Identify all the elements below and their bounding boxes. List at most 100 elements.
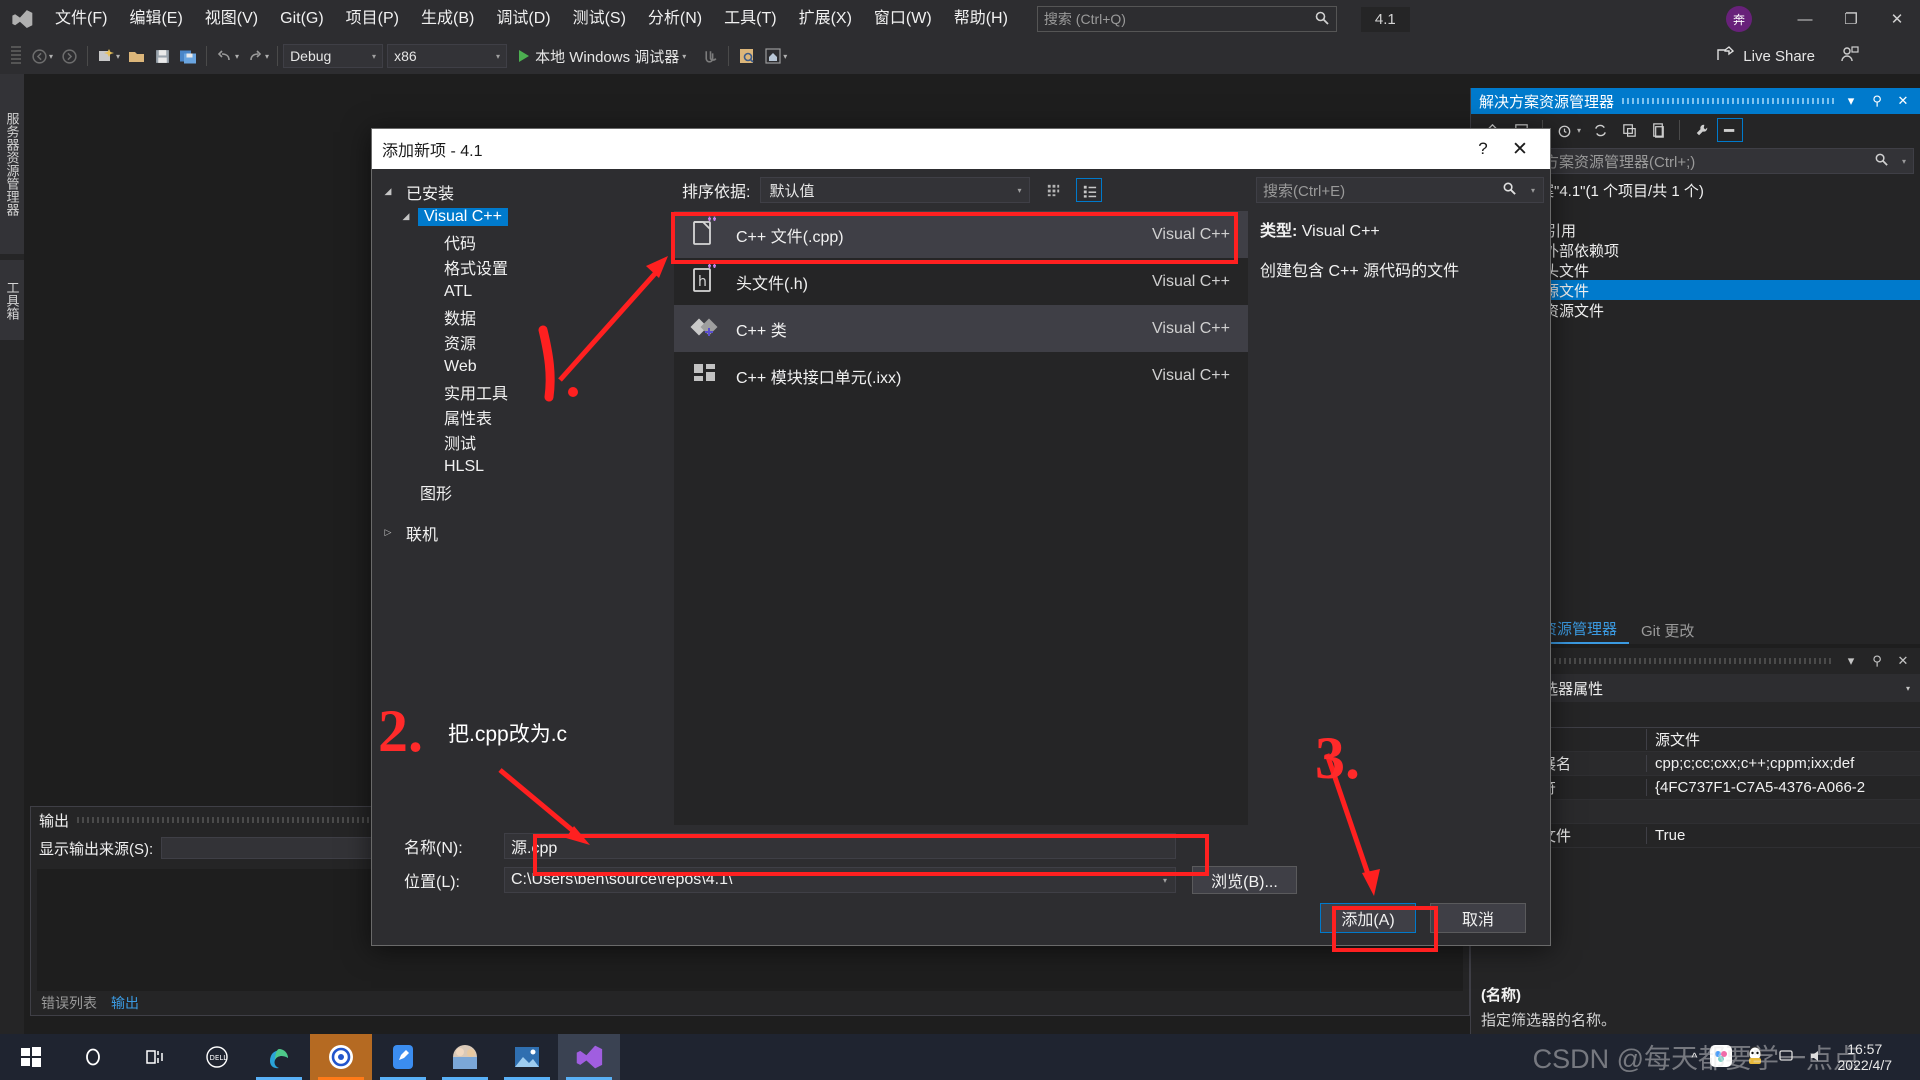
pending-changes-caret-icon[interactable]: ▾ bbox=[1577, 126, 1581, 135]
category-graphics[interactable]: 图形 bbox=[372, 479, 672, 504]
maximize-button[interactable]: ❐ bbox=[1828, 0, 1874, 38]
category-code[interactable]: 代码 bbox=[372, 229, 672, 254]
menu-tools[interactable]: 工具(T) bbox=[713, 0, 787, 38]
global-search-input[interactable]: 搜索 (Ctrl+Q) bbox=[1037, 6, 1337, 32]
rail-tab-server-explorer[interactable]: 服务器资源管理器 bbox=[0, 74, 24, 254]
navigate-forward-icon[interactable] bbox=[56, 43, 82, 69]
pending-changes-icon[interactable] bbox=[1551, 118, 1577, 142]
category-data[interactable]: 数据 bbox=[372, 304, 672, 329]
menu-help[interactable]: 帮助(H) bbox=[943, 0, 1019, 38]
preview-pane-icon[interactable] bbox=[1717, 118, 1743, 142]
run-caret-icon[interactable]: ▾ bbox=[682, 52, 686, 61]
category-property-sheets[interactable]: 属性表 bbox=[372, 404, 672, 429]
collapse-all-icon[interactable] bbox=[1616, 118, 1642, 142]
output-source-combo[interactable] bbox=[161, 837, 401, 859]
template-item-header-file[interactable]: h 头文件(.h) Visual C++ bbox=[674, 258, 1248, 305]
dialog-help-button[interactable]: ? bbox=[1466, 139, 1500, 159]
tray-expand-icon[interactable]: ^ bbox=[1691, 1050, 1697, 1065]
add-button[interactable]: 添加(A) bbox=[1320, 903, 1416, 933]
start-debugging-button[interactable]: 本地 Windows 调试器 ▾ bbox=[511, 43, 697, 69]
category-visual-cpp[interactable]: ◢ Visual C++ bbox=[372, 204, 672, 229]
menu-build[interactable]: 生成(B) bbox=[410, 0, 485, 38]
show-all-files-icon[interactable] bbox=[1645, 118, 1671, 142]
tab-error-list[interactable]: 错误列表 bbox=[41, 993, 97, 1013]
start-button[interactable] bbox=[0, 1034, 62, 1080]
properties-menu-chevron-icon[interactable]: ▾ bbox=[1842, 653, 1860, 669]
browse-button[interactable]: 浏览(B)... bbox=[1192, 866, 1297, 894]
tray-network-icon[interactable] bbox=[1778, 1047, 1796, 1068]
category-test[interactable]: 测试 bbox=[372, 429, 672, 454]
tile-view-icon[interactable] bbox=[1040, 178, 1066, 202]
back-dropdown-caret-icon[interactable]: ▾ bbox=[49, 52, 53, 61]
panel-drag-dots[interactable] bbox=[1622, 98, 1834, 104]
properties-wrench-icon[interactable] bbox=[1688, 118, 1714, 142]
tray-qq-icon[interactable] bbox=[1744, 1045, 1766, 1070]
panel-menu-chevron-icon[interactable]: ▾ bbox=[1842, 93, 1860, 109]
category-utility[interactable]: 实用工具 bbox=[372, 379, 672, 404]
cortana-search-icon[interactable] bbox=[62, 1034, 124, 1080]
hot-reload-icon[interactable] bbox=[697, 43, 723, 69]
task-view-icon[interactable] bbox=[124, 1034, 186, 1080]
close-button[interactable]: ✕ bbox=[1874, 0, 1920, 38]
open-file-icon[interactable] bbox=[123, 43, 149, 69]
visual-studio-taskbar-icon[interactable] bbox=[558, 1034, 620, 1080]
category-resource[interactable]: 资源 bbox=[372, 329, 672, 354]
properties-close-icon[interactable]: ✕ bbox=[1894, 653, 1912, 669]
se-search-caret-icon[interactable]: ▾ bbox=[1902, 157, 1906, 166]
pin-icon[interactable]: ⚲ bbox=[1868, 93, 1886, 109]
redo-caret-icon[interactable]: ▾ bbox=[265, 52, 269, 61]
menu-file[interactable]: 文件(F) bbox=[44, 0, 118, 38]
menu-edit[interactable]: 编辑(E) bbox=[118, 0, 193, 38]
live-share-button[interactable]: Live Share bbox=[1716, 38, 1860, 74]
location-caret-icon[interactable]: ▾ bbox=[1163, 876, 1167, 885]
tab-git-changes[interactable]: Git 更改 bbox=[1629, 617, 1706, 644]
photo-viewer-icon[interactable] bbox=[496, 1034, 558, 1080]
save-icon[interactable] bbox=[149, 43, 175, 69]
sort-combo[interactable]: 默认值 ▾ bbox=[760, 177, 1030, 203]
overflow-caret-icon[interactable]: ▾ bbox=[783, 52, 787, 61]
menu-window[interactable]: 窗口(W) bbox=[863, 0, 943, 38]
properties-pin-icon[interactable]: ⚲ bbox=[1868, 653, 1886, 669]
solution-configuration-combo[interactable]: Debug ▾ bbox=[283, 44, 383, 68]
dell-app-icon[interactable]: DELL bbox=[186, 1034, 248, 1080]
toolbar-grip[interactable] bbox=[11, 46, 21, 66]
tray-volume-icon[interactable] bbox=[1808, 1047, 1826, 1068]
save-all-icon[interactable] bbox=[175, 43, 201, 69]
tab-output[interactable]: 输出 bbox=[111, 993, 139, 1013]
menu-test[interactable]: 测试(S) bbox=[562, 0, 637, 38]
edge-browser-icon[interactable] bbox=[248, 1034, 310, 1080]
category-formatting[interactable]: 格式设置 bbox=[372, 254, 672, 279]
dialog-close-button[interactable]: ✕ bbox=[1500, 138, 1540, 161]
template-item-cpp-file[interactable]: C++ 文件(.cpp) Visual C++ bbox=[674, 211, 1248, 258]
close-icon[interactable]: ✕ bbox=[1894, 93, 1912, 109]
undo-caret-icon[interactable]: ▾ bbox=[235, 52, 239, 61]
cancel-button[interactable]: 取消 bbox=[1430, 903, 1526, 933]
live-share-participants-icon[interactable] bbox=[1840, 45, 1860, 67]
solution-platform-combo[interactable]: x86 ▾ bbox=[387, 44, 507, 68]
app-circle-icon[interactable] bbox=[310, 1034, 372, 1080]
preview-selected-items-icon[interactable] bbox=[734, 43, 760, 69]
location-input[interactable]: C:\Users\ben\source\repos\4.1\ ▾ bbox=[504, 867, 1176, 893]
minimize-button[interactable]: — bbox=[1782, 0, 1828, 38]
notes-app-icon[interactable] bbox=[372, 1034, 434, 1080]
menu-extensions[interactable]: 扩展(X) bbox=[788, 0, 863, 38]
template-item-cpp-module[interactable]: C++ 模块接口单元(.ixx) Visual C++ bbox=[674, 352, 1248, 399]
project-chip[interactable]: 4.1 bbox=[1361, 7, 1410, 32]
photos-people-icon[interactable] bbox=[434, 1034, 496, 1080]
file-name-input[interactable]: 源.cpp bbox=[504, 833, 1176, 859]
menu-debug[interactable]: 调试(D) bbox=[485, 0, 561, 38]
list-view-icon[interactable] bbox=[1076, 178, 1102, 202]
category-atl[interactable]: ATL bbox=[372, 279, 672, 304]
dialog-search-input[interactable]: 搜索(Ctrl+E) ▾ bbox=[1256, 177, 1544, 203]
refresh-icon[interactable] bbox=[1587, 118, 1613, 142]
category-web[interactable]: Web bbox=[372, 354, 672, 379]
account-avatar[interactable]: 奔 bbox=[1726, 6, 1752, 32]
menu-view[interactable]: 视图(V) bbox=[194, 0, 269, 38]
category-installed[interactable]: ◢ 已安装 bbox=[372, 179, 672, 204]
category-hlsl[interactable]: HLSL bbox=[372, 454, 672, 479]
menu-analyze[interactable]: 分析(N) bbox=[637, 0, 713, 38]
dialog-search-caret-icon[interactable]: ▾ bbox=[1531, 186, 1535, 195]
tray-cloud-icon[interactable] bbox=[1710, 1045, 1732, 1070]
template-item-cpp-class[interactable]: C++ 类 Visual C++ bbox=[674, 305, 1248, 352]
category-online[interactable]: ▷ 联机 bbox=[372, 520, 672, 545]
